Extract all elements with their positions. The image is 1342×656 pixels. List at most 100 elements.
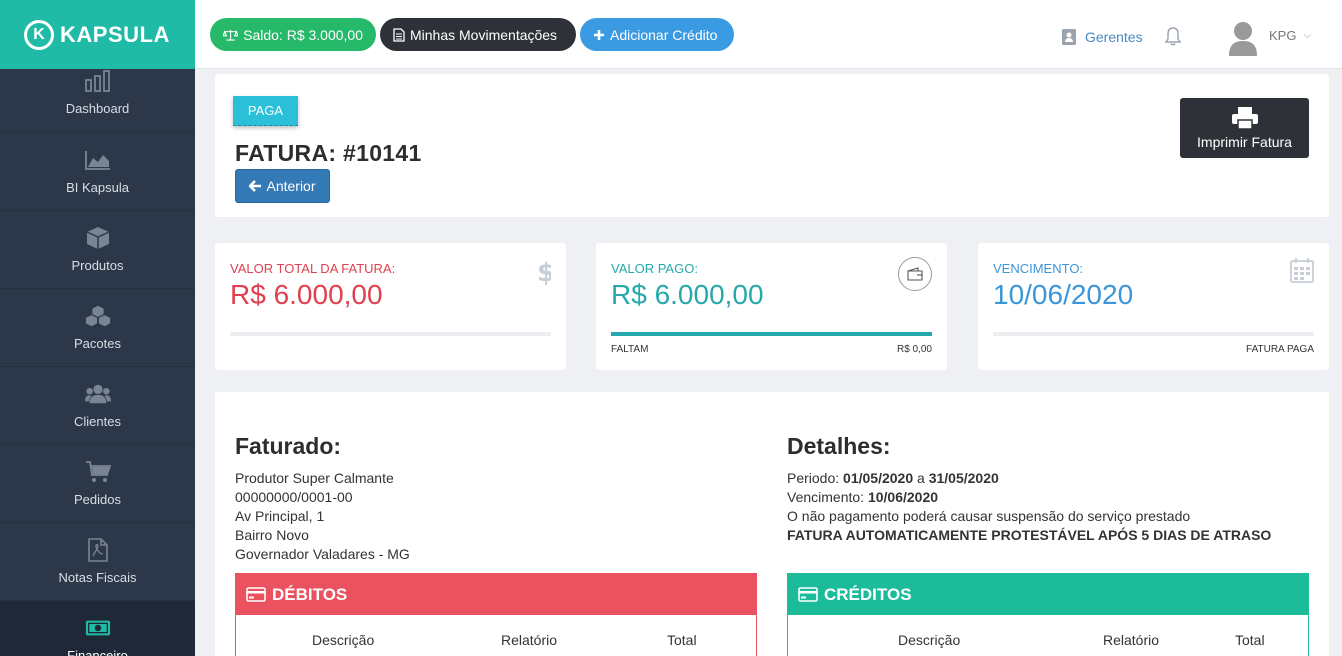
vencimento-label: Vencimento: bbox=[787, 489, 865, 505]
adicionar-credito-button[interactable]: Adicionar Crédito bbox=[580, 18, 734, 51]
saldo-label: Saldo: R$ 3.000,00 bbox=[243, 26, 363, 43]
sidebar-item-label: Produtos bbox=[71, 258, 124, 273]
notifications-bell-icon[interactable] bbox=[1164, 26, 1182, 51]
gerentes-label: Gerentes bbox=[1085, 29, 1143, 45]
user-menu[interactable]: KPG ⌵ bbox=[1227, 20, 1311, 56]
sidebar-item-dashboard[interactable]: Dashboard bbox=[0, 69, 195, 133]
faltam-label: FALTAM bbox=[611, 344, 649, 355]
stat-value: 10/06/2020 bbox=[993, 279, 1134, 310]
stat-label: VALOR TOTAL DA FATURA: bbox=[230, 261, 396, 276]
sidebar-item-financeiro[interactable]: Financeiro bbox=[0, 601, 195, 656]
detalhes-info: Periodo: 01/05/2020 a 31/05/2020 Vencime… bbox=[787, 469, 1271, 545]
cart-icon bbox=[85, 460, 111, 484]
sidebar-item-notas-fiscais[interactable]: Notas Fiscais bbox=[0, 523, 195, 601]
creditos-columns: Descrição Relatório Total bbox=[788, 615, 1308, 656]
avatar bbox=[1229, 22, 1257, 56]
periodo-inicio: 01/05/2020 bbox=[843, 470, 914, 486]
id-badge-icon bbox=[1062, 29, 1076, 45]
column-header-descricao[interactable]: Descrição bbox=[312, 632, 374, 648]
gerentes-link[interactable]: Gerentes bbox=[1061, 28, 1143, 46]
column-header-total[interactable]: Total bbox=[1235, 632, 1265, 648]
pdf-file-icon bbox=[85, 538, 111, 562]
sidebar-item-label: BI Kapsula bbox=[66, 180, 129, 195]
sidebar-item-bi-kapsula[interactable]: BI Kapsula bbox=[0, 133, 195, 211]
stat-progress-bar bbox=[230, 332, 551, 336]
faltam-value: R$ 0,00 bbox=[896, 344, 932, 355]
balance-scale-icon bbox=[223, 29, 239, 41]
sidebar-item-label: Dashboard bbox=[65, 101, 130, 116]
anterior-button[interactable]: Anterior bbox=[235, 169, 330, 203]
sidebar-item-label: Pedidos bbox=[74, 492, 121, 507]
calendar-icon bbox=[1290, 257, 1314, 288]
sidebar-item-label: Pacotes bbox=[74, 336, 121, 351]
page-title: FATURA: #10141 bbox=[235, 140, 422, 166]
users-icon bbox=[84, 382, 111, 406]
vencimento-value: 10/06/2020 bbox=[867, 489, 939, 505]
sidebar-item-label: Clientes bbox=[74, 414, 121, 429]
dollar-icon: $ bbox=[537, 257, 555, 290]
periodo-fim: 31/05/2020 bbox=[928, 470, 999, 486]
anterior-label: Anterior bbox=[266, 178, 316, 194]
plus-icon bbox=[594, 29, 604, 40]
creditos-header: CRÉDITOS bbox=[788, 574, 1308, 615]
stat-value: R$ 6.000,00 bbox=[611, 279, 764, 310]
invoice-header-card: PAGA FATURA: #10141 Anterior Imprimir Fa… bbox=[215, 74, 1329, 217]
vencimento-line: Vencimento: 10/06/2020 bbox=[787, 488, 1271, 507]
sidebar-item-label: Notas Fiscais bbox=[58, 570, 137, 585]
imprimir-label: Imprimir Fatura bbox=[1197, 134, 1292, 150]
faturado-line: Av Principal, 1 bbox=[235, 508, 325, 524]
sidebar-item-pacotes[interactable]: Pacotes bbox=[0, 289, 195, 367]
column-header-descricao[interactable]: Descrição bbox=[898, 632, 960, 648]
faturado-line: Bairro Novo bbox=[235, 527, 309, 543]
stat-progress-bar bbox=[611, 332, 932, 336]
user-name: KPG bbox=[1269, 28, 1297, 43]
fatura-paga-label: FATURA PAGA bbox=[1246, 344, 1314, 355]
column-header-total[interactable]: Total bbox=[667, 632, 697, 648]
faturado-line: Produtor Super Calmante bbox=[235, 470, 394, 486]
stat-vencimento: VENCIMENTO: 10/06/2020 FATURA PAGA bbox=[978, 243, 1329, 370]
periodo-line: Periodo: 01/05/2020 a 31/05/2020 bbox=[787, 469, 1271, 488]
brand-logo: K bbox=[24, 19, 54, 50]
stat-label: VENCIMENTO: bbox=[993, 261, 1084, 276]
minhas-movimentacoes-button[interactable]: Minhas Movimentações bbox=[380, 18, 576, 51]
chevron-down-icon: ⌵ bbox=[1303, 30, 1312, 41]
stat-value: R$ 6.000,00 bbox=[230, 279, 383, 310]
creditos-table: CRÉDITOS Descrição Relatório Total bbox=[787, 573, 1309, 656]
cube-icon bbox=[85, 226, 111, 250]
sidebar-item-clientes[interactable]: Clientes bbox=[0, 367, 195, 445]
saldo-button[interactable]: Saldo: R$ 3.000,00 bbox=[210, 18, 376, 51]
topbar: Saldo: R$ 3.000,00 Minhas Movimentações … bbox=[195, 0, 1342, 69]
faturado-line: 00000000/0001-00 bbox=[235, 489, 353, 505]
adicionar-label: Adicionar Crédito bbox=[610, 26, 718, 43]
money-icon bbox=[85, 616, 111, 640]
print-icon bbox=[1231, 107, 1258, 130]
credit-card-icon bbox=[798, 587, 818, 602]
creditos-title: CRÉDITOS bbox=[824, 584, 912, 604]
svg-text:$: $ bbox=[537, 258, 551, 285]
faturado-line: Governador Valadares - MG bbox=[235, 546, 410, 562]
debitos-columns: Descrição Relatório Total bbox=[236, 615, 756, 656]
wallet-icon bbox=[898, 257, 932, 291]
invoice-details-card: Faturado: Produtor Super Calmante 000000… bbox=[215, 392, 1329, 656]
debitos-table: DÉBITOS Descrição Relatório Total bbox=[235, 573, 757, 656]
column-header-relatorio[interactable]: Relatório bbox=[1103, 632, 1159, 648]
debitos-title: DÉBITOS bbox=[272, 584, 348, 604]
imprimir-fatura-button[interactable]: Imprimir Fatura bbox=[1180, 98, 1309, 158]
brand-name: KAPSULA bbox=[60, 21, 170, 47]
brand[interactable]: K KAPSULA bbox=[0, 0, 195, 69]
sidebar-item-pedidos[interactable]: Pedidos bbox=[0, 445, 195, 523]
area-chart-icon bbox=[84, 148, 111, 172]
sidebar: K KAPSULA Dashboard BI Kapsula Produtos … bbox=[0, 0, 195, 656]
status-badge: PAGA bbox=[233, 96, 298, 126]
column-header-relatorio[interactable]: Relatório bbox=[501, 632, 557, 648]
sidebar-item-produtos[interactable]: Produtos bbox=[0, 211, 195, 289]
sidebar-item-label: Financeiro bbox=[67, 648, 128, 656]
debitos-header: DÉBITOS bbox=[236, 574, 756, 615]
periodo-label: Periodo: bbox=[787, 470, 840, 486]
protesto-line: FATURA AUTOMATICAMENTE PROTESTÁVEL APÓS … bbox=[787, 527, 1272, 543]
detalhes-title: Detalhes: bbox=[787, 433, 891, 459]
cubes-icon bbox=[85, 304, 111, 328]
stat-valor-total: VALOR TOTAL DA FATURA: R$ 6.000,00 $ bbox=[215, 243, 566, 370]
movimentacoes-label: Minhas Movimentações bbox=[410, 26, 558, 43]
faturado-title: Faturado: bbox=[235, 433, 342, 459]
